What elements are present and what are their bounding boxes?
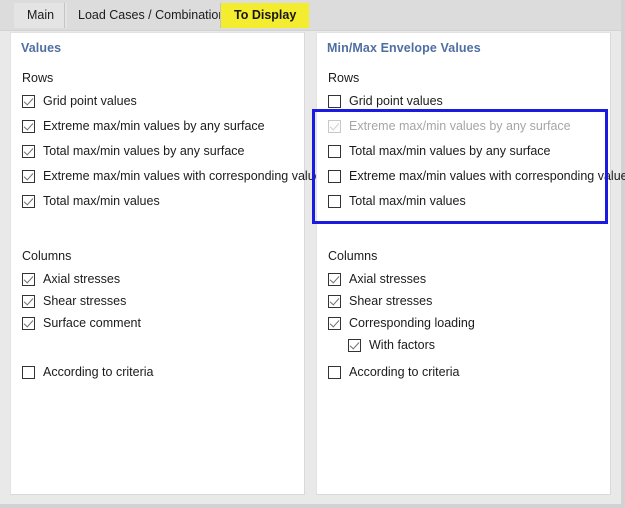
- right-corresponding-loading-checkbox[interactable]: [328, 317, 341, 330]
- right-total-max-min-values-by-any-surface-label: Total max/min values by any surface: [349, 145, 550, 158]
- left-shear-stresses-checkbox[interactable]: [22, 295, 35, 308]
- dialog-window: MainLoad Cases / CombinationsTo Display …: [0, 0, 625, 508]
- rows-group-label-left: Rows: [22, 71, 53, 85]
- right-corresponding-loading-label: Corresponding loading: [349, 317, 475, 330]
- right-total-max-min-values-by-any-surface-row[interactable]: Total max/min values by any surface: [328, 143, 550, 160]
- left-extreme-max-min-values-with-corresponding-values-label: Extreme max/min values with correspondin…: [43, 170, 328, 183]
- left-extreme-max-min-values-by-any-surface-row[interactable]: Extreme max/min values by any surface: [22, 118, 265, 135]
- left-grid-point-values-label: Grid point values: [43, 95, 137, 108]
- panel-title-minmax-envelope: Min/Max Envelope Values: [327, 41, 481, 55]
- values-panel: Values Rows Grid point values Extreme max…: [10, 32, 305, 495]
- tab-bar: MainLoad Cases / CombinationsTo Display: [0, 0, 621, 31]
- left-total-max-min-values-checkbox[interactable]: [22, 195, 35, 208]
- right-grid-point-values-checkbox[interactable]: [328, 95, 341, 108]
- right-total-max-min-values-checkbox[interactable]: [328, 195, 341, 208]
- tab-to-display[interactable]: To Display: [220, 3, 309, 28]
- right-axial-stresses-checkbox[interactable]: [328, 273, 341, 286]
- left-extreme-max-min-values-by-any-surface-label: Extreme max/min values by any surface: [43, 120, 265, 133]
- left-total-max-min-values-row[interactable]: Total max/min values: [22, 193, 160, 210]
- right-total-max-min-values-row[interactable]: Total max/min values: [328, 193, 466, 210]
- left-total-max-min-values-by-any-surface-checkbox[interactable]: [22, 145, 35, 158]
- right-axial-stresses-label: Axial stresses: [349, 273, 426, 286]
- left-shear-stresses-row[interactable]: Shear stresses: [22, 293, 126, 310]
- left-according-to-criteria-checkbox[interactable]: [22, 366, 35, 379]
- left-axial-stresses-row[interactable]: Axial stresses: [22, 271, 120, 288]
- right-total-max-min-values-by-any-surface-checkbox[interactable]: [328, 145, 341, 158]
- left-surface-comment-label: Surface comment: [43, 317, 141, 330]
- tab-load-cases-combinations[interactable]: Load Cases / Combinations: [64, 3, 245, 28]
- minmax-envelope-panel: Min/Max Envelope Values Rows Grid point …: [316, 32, 611, 495]
- right-grid-point-values-row[interactable]: Grid point values: [328, 93, 443, 110]
- left-according-to-criteria-row[interactable]: According to criteria: [22, 364, 153, 381]
- left-extreme-max-min-values-with-corresponding-values-row[interactable]: Extreme max/min values with correspondin…: [22, 168, 328, 185]
- right-extreme-max-min-values-with-corresponding-values-checkbox[interactable]: [328, 170, 341, 183]
- right-according-to-criteria-label: According to criteria: [349, 366, 459, 379]
- columns-group-label-left: Columns: [22, 249, 71, 263]
- right-with-factors-checkbox[interactable]: [348, 339, 361, 352]
- left-total-max-min-values-label: Total max/min values: [43, 195, 160, 208]
- right-with-factors-row[interactable]: With factors: [348, 337, 435, 354]
- right-axial-stresses-row[interactable]: Axial stresses: [328, 271, 426, 288]
- left-according-to-criteria-label: According to criteria: [43, 366, 153, 379]
- left-total-max-min-values-by-any-surface-row[interactable]: Total max/min values by any surface: [22, 143, 244, 160]
- right-corresponding-loading-row[interactable]: Corresponding loading: [328, 315, 475, 332]
- left-extreme-max-min-values-by-any-surface-checkbox[interactable]: [22, 120, 35, 133]
- panel-container: Values Rows Grid point values Extreme max…: [0, 31, 621, 504]
- left-grid-point-values-checkbox[interactable]: [22, 95, 35, 108]
- rows-group-label-right: Rows: [328, 71, 359, 85]
- panel-title-values: Values: [21, 41, 61, 55]
- right-extreme-max-min-values-with-corresponding-values-label: Extreme max/min values with correspondin…: [349, 170, 625, 183]
- tab-main[interactable]: Main: [14, 3, 67, 28]
- right-shear-stresses-label: Shear stresses: [349, 295, 432, 308]
- left-total-max-min-values-by-any-surface-label: Total max/min values by any surface: [43, 145, 244, 158]
- right-with-factors-label: With factors: [369, 339, 435, 352]
- right-extreme-max-min-values-with-corresponding-values-row[interactable]: Extreme max/min values with correspondin…: [328, 168, 625, 185]
- left-grid-point-values-row[interactable]: Grid point values: [22, 93, 137, 110]
- left-surface-comment-row[interactable]: Surface comment: [22, 315, 141, 332]
- right-total-max-min-values-label: Total max/min values: [349, 195, 466, 208]
- left-extreme-max-min-values-with-corresponding-values-checkbox[interactable]: [22, 170, 35, 183]
- right-shear-stresses-checkbox[interactable]: [328, 295, 341, 308]
- right-shear-stresses-row[interactable]: Shear stresses: [328, 293, 432, 310]
- right-grid-point-values-label: Grid point values: [349, 95, 443, 108]
- left-shear-stresses-label: Shear stresses: [43, 295, 126, 308]
- right-extreme-max-min-values-by-any-surface-label: Extreme max/min values by any surface: [349, 120, 571, 133]
- columns-group-label-right: Columns: [328, 249, 377, 263]
- left-axial-stresses-checkbox[interactable]: [22, 273, 35, 286]
- right-extreme-max-min-values-by-any-surface-checkbox: [328, 120, 341, 133]
- right-extreme-max-min-values-by-any-surface-row: Extreme max/min values by any surface: [328, 118, 571, 135]
- right-according-to-criteria-row[interactable]: According to criteria: [328, 364, 459, 381]
- left-surface-comment-checkbox[interactable]: [22, 317, 35, 330]
- left-axial-stresses-label: Axial stresses: [43, 273, 120, 286]
- right-according-to-criteria-checkbox[interactable]: [328, 366, 341, 379]
